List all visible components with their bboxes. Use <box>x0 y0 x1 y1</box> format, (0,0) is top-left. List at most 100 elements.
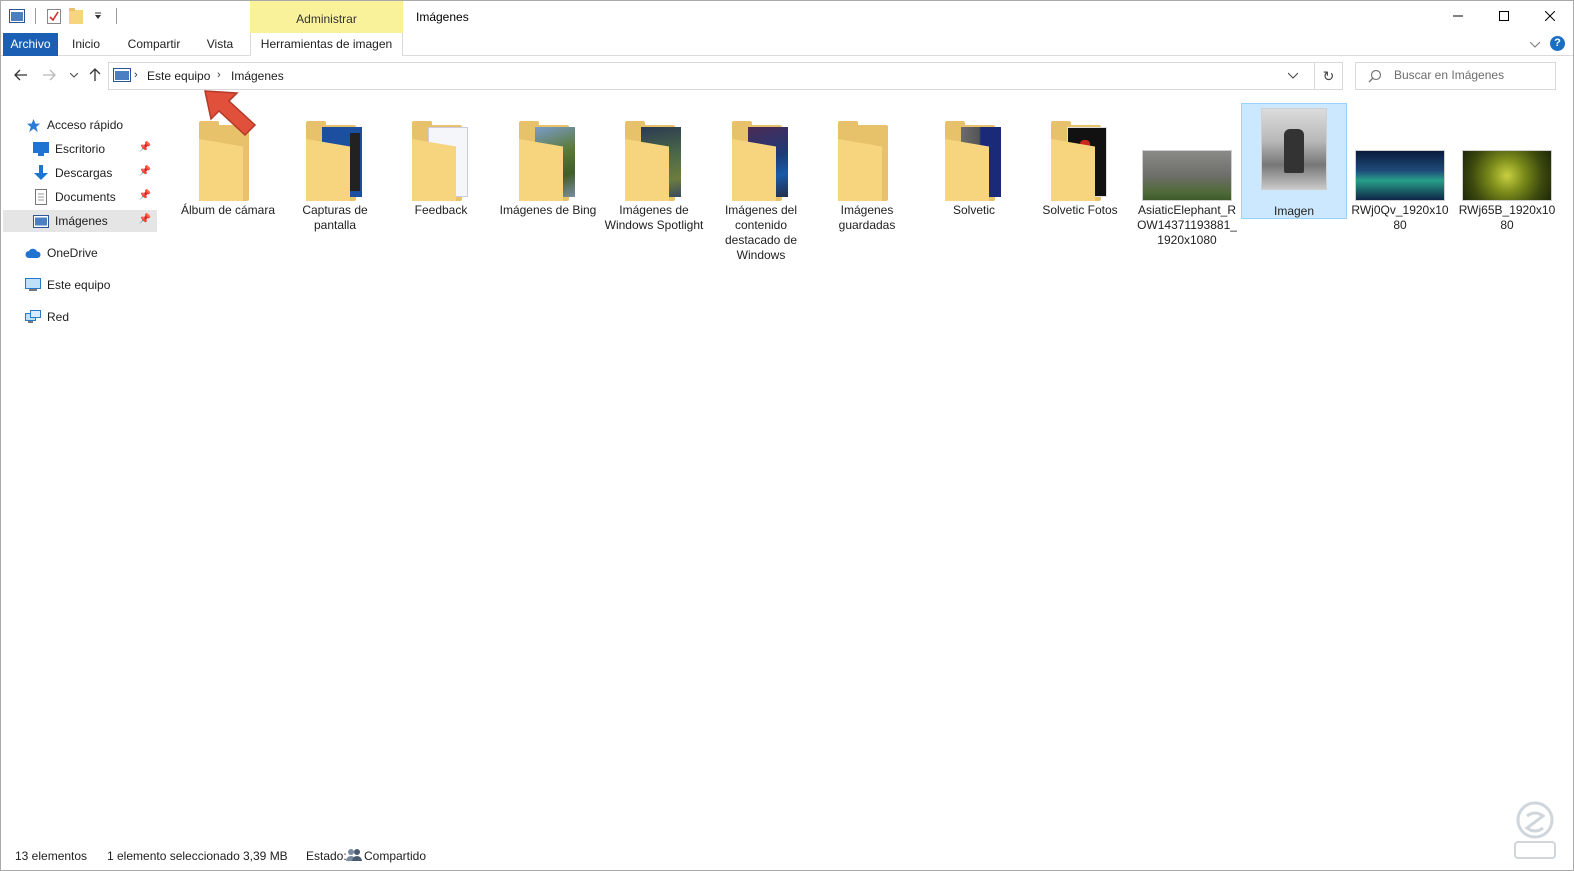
folder-item[interactable]: Solvetic Fotos <box>1027 103 1133 219</box>
sidebar-item-imagenes[interactable]: Imágenes 📌 <box>3 210 157 232</box>
breadcrumb-este-equipo[interactable]: Este equipo <box>147 69 210 83</box>
image-thumbnail <box>1261 108 1327 190</box>
back-arrow-icon[interactable] <box>13 67 29 83</box>
pin-icon[interactable]: 📌 <box>139 190 151 201</box>
watermark-logo-icon <box>1507 798 1563 862</box>
item-label: RWj0Qv_1920x1080 <box>1351 203 1449 232</box>
tab-inicio[interactable]: Inicio <box>65 33 107 56</box>
search-input[interactable] <box>1394 68 1549 82</box>
image-thumbnail <box>1142 150 1232 201</box>
folder-icon <box>838 121 896 201</box>
title-bar: Administrar Imágenes <box>1 1 1573 33</box>
sidebar-item-label: Escritorio <box>55 142 106 156</box>
folder-item[interactable]: Feedback <box>388 103 494 219</box>
close-icon <box>1545 11 1555 21</box>
folder-icon <box>732 121 790 201</box>
state-label: Estado: <box>306 849 347 863</box>
search-box[interactable] <box>1355 62 1556 90</box>
sidebar-item-red[interactable]: Red <box>25 306 155 328</box>
pictures-location-icon <box>113 68 131 85</box>
file-list: Álbum de cámara Capturas de pantalla Fee… <box>173 101 1563 841</box>
sidebar-item-documents[interactable]: Documents 📌 <box>3 186 157 208</box>
ribbon-right-controls: ? <box>1529 36 1565 51</box>
folder-item[interactable]: Imágenes de Windows Spotlight <box>601 103 707 232</box>
folder-item[interactable]: Solvetic <box>921 103 1027 219</box>
folder-item[interactable]: Imágenes de Bing <box>495 103 601 219</box>
image-item[interactable]: AsiaticElephant_ROW14371193881_1920x1080 <box>1134 103 1240 247</box>
sidebar-item-acceso-rapido[interactable]: Acceso rápido <box>25 114 155 136</box>
folder-icon <box>306 121 364 201</box>
expand-ribbon-icon[interactable] <box>1529 37 1541 51</box>
image-item-selected[interactable]: Imagen <box>1241 103 1347 219</box>
computer-icon <box>25 277 41 293</box>
folder-icon <box>945 121 1003 201</box>
tab-archivo[interactable]: Archivo <box>3 33 58 56</box>
item-label: Imágenes de Windows Spotlight <box>604 203 704 232</box>
sidebar-item-onedrive[interactable]: OneDrive <box>25 242 155 264</box>
forward-arrow-icon[interactable] <box>41 67 57 83</box>
image-item[interactable]: RWj65B_1920x1080 <box>1454 103 1560 232</box>
breadcrumb-imagenes[interactable]: Imágenes <box>231 69 284 83</box>
tab-compartir[interactable]: Compartir <box>119 33 189 56</box>
customize-toolbar-icon[interactable] <box>90 8 106 24</box>
tab-vista[interactable]: Vista <box>199 33 241 56</box>
minimize-icon <box>1453 15 1463 17</box>
item-label: Álbum de cámara <box>180 203 276 217</box>
selection-size: 3,39 MB <box>243 849 288 863</box>
desktop-icon <box>33 141 49 157</box>
toolbar-divider <box>116 8 117 24</box>
item-label: RWj65B_1920x1080 <box>1458 203 1556 232</box>
tab-herramientas-de-imagen[interactable]: Herramientas de imagen <box>250 33 403 56</box>
status-bar: 13 elementos 1 elemento seleccionado 3,3… <box>1 847 1573 869</box>
image-thumbnail <box>1355 150 1445 201</box>
context-tab-group-label: Administrar <box>296 12 357 26</box>
sidebar-item-label: OneDrive <box>47 246 98 260</box>
item-label: Capturas de pantalla <box>302 203 368 232</box>
refresh-icon[interactable]: ↻ <box>1314 63 1342 89</box>
download-icon <box>33 165 49 181</box>
window-app-icon[interactable] <box>9 8 25 24</box>
item-label: Imágenes guardadas <box>838 203 896 232</box>
pin-icon[interactable]: 📌 <box>139 142 151 153</box>
sidebar-item-descargas[interactable]: Descargas 📌 <box>3 162 157 184</box>
item-label: Imagen <box>1273 204 1315 218</box>
folder-item[interactable]: Imágenes guardadas <box>814 103 920 232</box>
cloud-icon <box>25 245 41 261</box>
item-label: AsiaticElephant_ROW14371193881_1920x1080 <box>1137 203 1237 247</box>
address-bar[interactable]: › Este equipo › Imágenes ↻ <box>108 62 1343 90</box>
star-icon <box>25 117 41 133</box>
breadcrumb-chevron-icon[interactable]: › <box>134 69 138 81</box>
sidebar-item-label: Este equipo <box>47 278 111 292</box>
window-title: Imágenes <box>416 10 469 24</box>
image-thumbnail <box>1462 150 1552 201</box>
item-label: Imágenes de Bing <box>499 203 597 217</box>
minimize-button[interactable] <box>1435 1 1481 31</box>
image-item[interactable]: RWj0Qv_1920x1080 <box>1347 103 1453 232</box>
pin-icon[interactable]: 📌 <box>139 166 151 177</box>
toolbar-divider <box>35 8 36 24</box>
item-label: Imágenes del contenido destacado de Wind… <box>724 203 798 262</box>
properties-icon[interactable] <box>46 8 62 24</box>
pictures-icon <box>33 213 49 229</box>
close-button[interactable] <box>1527 1 1573 31</box>
pin-icon[interactable]: 📌 <box>139 214 151 225</box>
maximize-button[interactable] <box>1481 1 1527 31</box>
breadcrumb-chevron-icon[interactable]: › <box>217 69 221 81</box>
help-icon[interactable]: ? <box>1550 36 1565 51</box>
item-label: Solvetic Fotos <box>1042 203 1118 217</box>
folder-item[interactable]: Imágenes del contenido destacado de Wind… <box>708 103 814 262</box>
sidebar-item-escritorio[interactable]: Escritorio 📌 <box>3 138 157 160</box>
sidebar-item-este-equipo[interactable]: Este equipo <box>25 274 155 296</box>
address-dropdown-icon[interactable] <box>1287 67 1299 86</box>
up-arrow-icon[interactable] <box>87 67 103 83</box>
folder-icon <box>1051 121 1109 201</box>
network-icon <box>25 309 41 325</box>
folder-icon <box>519 121 577 201</box>
item-label: Solvetic <box>952 203 996 217</box>
recent-locations-chevron-icon[interactable] <box>66 67 82 83</box>
file-explorer-window: Administrar Imágenes Archivo Inicio Comp… <box>0 0 1574 871</box>
folder-item[interactable]: Capturas de pantalla <box>282 103 388 232</box>
item-label: Feedback <box>414 203 468 217</box>
maximize-icon <box>1499 11 1509 21</box>
new-folder-icon[interactable] <box>68 8 84 24</box>
